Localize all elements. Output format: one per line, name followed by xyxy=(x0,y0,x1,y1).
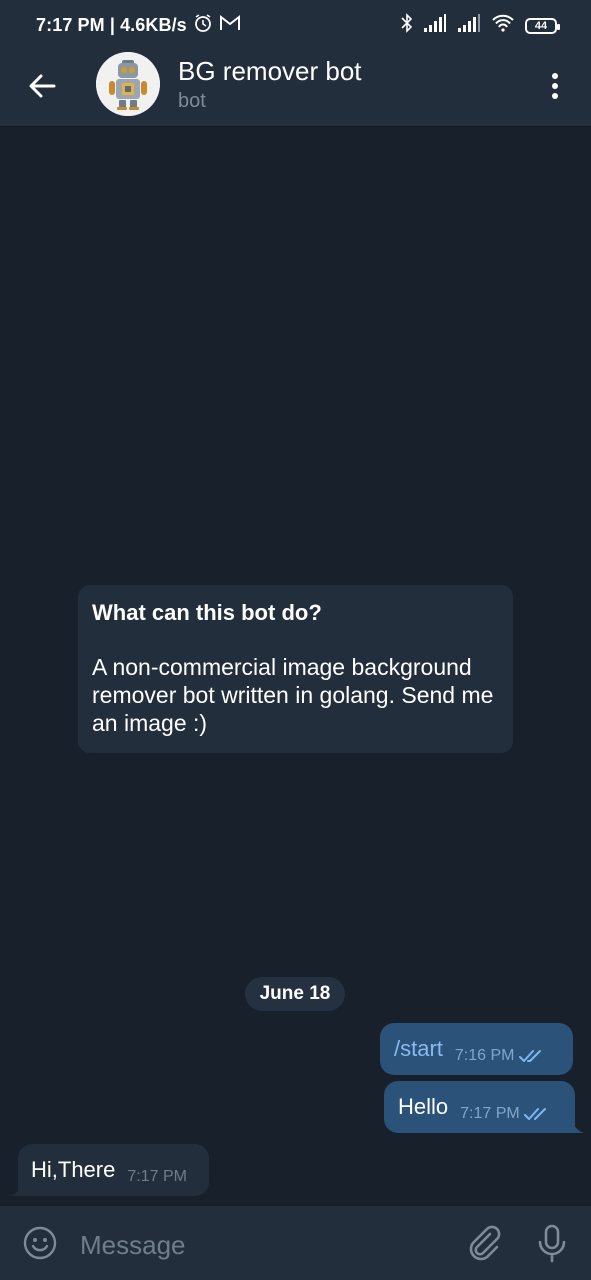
bot-info-card: What can this bot do? A non-commercial i… xyxy=(78,585,513,753)
battery-icon: 44 xyxy=(525,17,560,34)
chat-subtitle: bot xyxy=(178,90,206,112)
status-right: 44 xyxy=(401,13,560,38)
status-time-speed: 7:17 PM | 4.6KB/s xyxy=(36,15,187,35)
bubble-tail xyxy=(10,1182,22,1196)
message-text[interactable]: Hello xyxy=(398,1094,448,1120)
double-check-icon xyxy=(518,1050,541,1062)
telegram-chat-screen: 7:17 PM | 4.6KB/s 44 BG remover bot bot … xyxy=(0,0,591,1280)
signal-icon xyxy=(457,14,481,37)
more-options-button[interactable] xyxy=(537,66,573,106)
message-time: 7:17 PM xyxy=(460,1105,520,1122)
chat-title[interactable]: BG remover bot xyxy=(178,56,362,87)
message-composer xyxy=(0,1206,591,1280)
bot-info-description: A non-commercial image background remove… xyxy=(92,654,494,736)
attach-button[interactable] xyxy=(464,1224,502,1262)
message-time: 7:16 PM xyxy=(454,1047,515,1064)
bot-info-title: What can this bot do? xyxy=(92,600,322,625)
double-check-icon xyxy=(523,1108,546,1120)
back-arrow-icon xyxy=(29,74,56,98)
message-bubble-outgoing[interactable]: Hello 7:17 PM xyxy=(384,1081,575,1133)
date-separator: June 18 xyxy=(245,977,345,1011)
status-bar: 7:17 PM | 4.6KB/s 44 xyxy=(0,0,591,46)
emoji-button[interactable] xyxy=(22,1225,58,1261)
signal-icon xyxy=(423,14,447,37)
wifi-icon xyxy=(491,14,515,37)
mic-icon xyxy=(538,1224,566,1263)
message-text[interactable]: /start xyxy=(394,1036,443,1062)
chat-messages-area[interactable]: What can this bot do? A non-commercial i… xyxy=(0,127,591,1206)
gmail-icon xyxy=(219,14,241,37)
bluetooth-icon xyxy=(401,13,413,38)
chat-header: BG remover bot bot xyxy=(0,46,591,127)
back-button[interactable] xyxy=(22,66,62,106)
message-time: 7:17 PM xyxy=(127,1168,187,1185)
voice-message-button[interactable] xyxy=(534,1223,570,1263)
alarm-icon xyxy=(193,13,213,38)
message-input[interactable] xyxy=(78,1224,442,1266)
message-meta: 7:17 PM xyxy=(460,1105,550,1123)
more-vert-icon xyxy=(552,73,558,99)
emoji-icon xyxy=(23,1226,57,1260)
bubble-tail xyxy=(572,1119,584,1133)
robot-avatar xyxy=(96,52,160,116)
message-meta: 7:16 PM xyxy=(455,1047,545,1065)
message-bubble-outgoing[interactable]: /start 7:16 PM xyxy=(380,1023,573,1075)
attach-icon xyxy=(469,1225,501,1261)
status-left: 7:17 PM | 4.6KB/s xyxy=(36,13,241,38)
message-text[interactable]: Hi,There xyxy=(31,1157,115,1183)
message-bubble-incoming[interactable]: Hi,There 7:17 PM xyxy=(18,1144,209,1196)
bot-avatar[interactable] xyxy=(96,52,160,116)
